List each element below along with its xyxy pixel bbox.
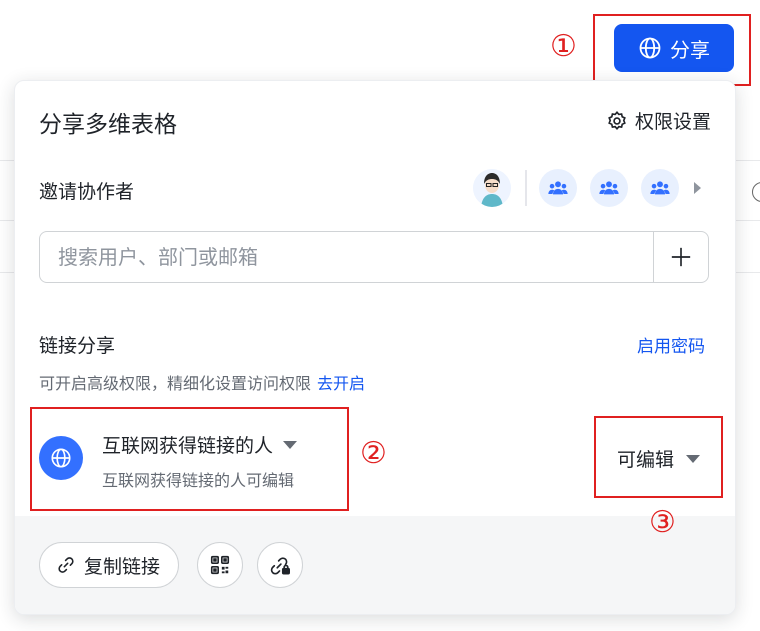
more-collaborators-arrow-icon[interactable]	[694, 182, 701, 194]
copy-link-label: 复制链接	[84, 555, 161, 578]
enable-advanced-link[interactable]: 去开启	[317, 374, 365, 393]
advanced-permission-hint-text: 可开启高级权限，精细化设置访问权限	[39, 374, 312, 393]
collaborator-avatars[interactable]	[473, 169, 701, 207]
annotation-box-2	[30, 407, 349, 511]
gear-icon	[608, 110, 626, 130]
avatar-divider	[525, 170, 527, 206]
enable-password-link[interactable]: 启用密码	[637, 332, 705, 357]
group-icon	[599, 181, 619, 195]
search-input[interactable]	[40, 232, 655, 282]
popup-footer: 复制链接	[15, 516, 735, 614]
annotation-marker-3: ③	[649, 505, 676, 540]
annotation-marker-2: ②	[360, 436, 387, 471]
permission-settings-label: 权限设置	[634, 111, 711, 133]
permission-settings-button[interactable]: 权限设置	[606, 107, 711, 134]
group-avatar[interactable]	[539, 169, 577, 207]
annotation-marker-1: ①	[550, 29, 577, 64]
user-avatar[interactable]	[473, 169, 511, 207]
group-avatar[interactable]	[641, 169, 679, 207]
annotation-box-3	[594, 416, 723, 498]
link-lock-icon	[270, 557, 290, 575]
annotation-box-1	[593, 14, 751, 86]
search-box	[39, 231, 709, 283]
invite-label: 邀请协作者	[39, 181, 135, 203]
share-popup: 分享多维表格 权限设置 邀请协作者 搜索用户、部门或邮箱 链接分享 启用密码 可…	[14, 80, 736, 615]
link-permission-lock-button[interactable]	[257, 542, 303, 588]
advanced-permission-hint: 可开启高级权限，精细化设置访问权限 去开启	[39, 370, 365, 394]
copy-link-button[interactable]: 复制链接	[39, 542, 180, 588]
qr-code-button[interactable]	[197, 542, 243, 588]
link-icon	[58, 557, 74, 573]
background-clock-icon	[752, 182, 760, 202]
qr-code-icon	[210, 555, 230, 575]
popup-title: 分享多维表格	[39, 112, 177, 138]
group-icon	[548, 181, 568, 195]
plus-icon	[671, 247, 691, 267]
group-avatar[interactable]	[590, 169, 628, 207]
link-share-label: 链接分享	[39, 335, 116, 357]
add-collaborator-button[interactable]	[653, 232, 708, 282]
group-icon	[650, 181, 670, 195]
